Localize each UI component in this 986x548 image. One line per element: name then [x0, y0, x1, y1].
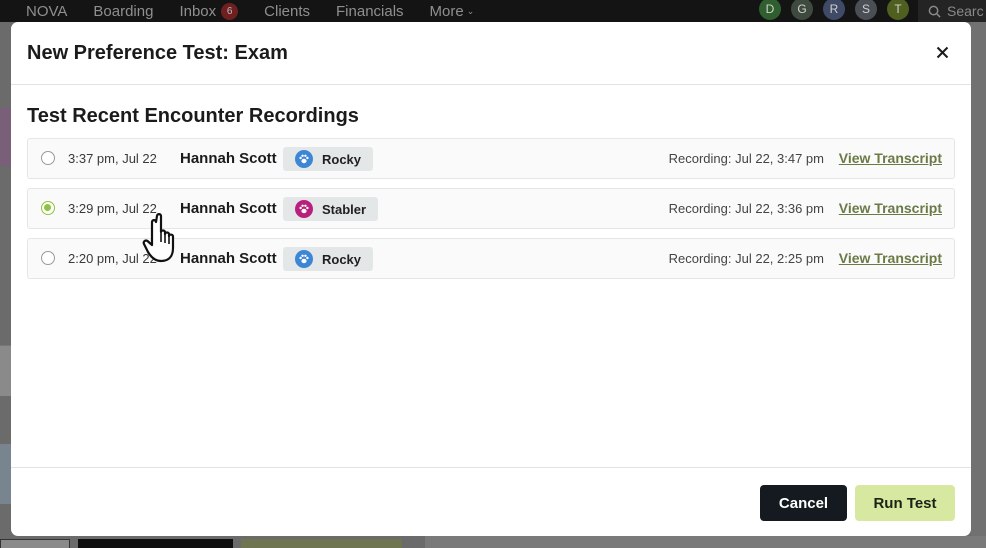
pet-chip: Rocky — [283, 247, 374, 271]
nav-item-nova[interactable]: NOVA — [26, 3, 67, 20]
recording-timestamp: Recording: Jul 22, 3:47 pm — [668, 151, 824, 166]
modal-header: New Preference Test: Exam — [11, 22, 971, 85]
search-placeholder: Searc — [947, 3, 984, 19]
nav-item-inbox[interactable]: Inbox 6 — [179, 2, 239, 20]
background-button — [241, 539, 402, 548]
hand-pointer-icon — [142, 213, 175, 263]
close-button[interactable] — [932, 42, 952, 62]
modal-title: New Preference Test: Exam — [27, 42, 288, 64]
background-panel — [971, 22, 986, 548]
encounter-time: 3:37 pm, Jul 22 — [68, 151, 157, 166]
pet-name: Rocky — [322, 251, 362, 267]
close-icon — [936, 46, 948, 58]
background-button — [0, 539, 70, 548]
view-transcript-link[interactable]: View Transcript — [839, 150, 942, 166]
pet-chip: Stabler — [283, 197, 379, 221]
chevron-down-icon: ⌄ — [466, 5, 475, 16]
client-name: Hannah Scott — [180, 200, 277, 217]
background-panel — [0, 108, 11, 166]
paw-icon — [295, 250, 313, 268]
recording-radio[interactable] — [41, 251, 55, 265]
paw-icon — [295, 150, 313, 168]
paw-icon — [295, 200, 313, 218]
client-name: Hannah Scott — [180, 150, 277, 167]
run-test-button[interactable]: Run Test — [855, 485, 955, 521]
avatar[interactable]: D — [759, 0, 781, 20]
recording-radio[interactable] — [41, 151, 55, 165]
cancel-button[interactable]: Cancel — [760, 485, 847, 521]
user-avatars: D G R S T — [759, 0, 919, 20]
nav-item-more-label: More — [429, 2, 464, 20]
view-transcript-link[interactable]: View Transcript — [839, 200, 942, 216]
recording-timestamp: Recording: Jul 22, 3:36 pm — [668, 201, 824, 216]
avatar[interactable]: S — [855, 0, 877, 20]
avatar[interactable]: G — [791, 0, 813, 20]
section-title: Test Recent Encounter Recordings — [27, 105, 359, 127]
pet-chip: Rocky — [283, 147, 374, 171]
view-transcript-link[interactable]: View Transcript — [839, 250, 942, 266]
modal-footer: Cancel Run Test — [11, 467, 971, 536]
background-button — [78, 539, 233, 548]
background-panel — [0, 444, 11, 504]
preference-test-modal: New Preference Test: Exam Test Recent En… — [11, 22, 971, 536]
nav-item-clients[interactable]: Clients — [264, 3, 310, 20]
pet-name: Stabler — [322, 201, 367, 217]
search-icon — [928, 5, 941, 18]
nav-item-more[interactable]: More ⌄ — [430, 3, 475, 20]
nav-item-inbox-label: Inbox — [179, 2, 217, 20]
background-panel — [0, 345, 11, 396]
global-search[interactable]: Searc — [918, 0, 986, 22]
pet-name: Rocky — [322, 151, 362, 167]
client-name: Hannah Scott — [180, 250, 277, 267]
avatar[interactable]: R — [823, 0, 845, 20]
inbox-count-badge: 6 — [221, 2, 239, 20]
background-panel — [425, 536, 986, 548]
avatar[interactable]: T — [887, 0, 909, 20]
recording-row[interactable]: 3:37 pm, Jul 22 Hannah Scott Rocky Recor… — [27, 138, 955, 179]
top-navigation: NOVA Boarding Inbox 6 Clients Financials… — [0, 0, 986, 22]
nav-item-financials[interactable]: Financials — [336, 3, 404, 20]
nav-item-boarding[interactable]: Boarding — [93, 3, 153, 20]
recording-timestamp: Recording: Jul 22, 2:25 pm — [668, 251, 824, 266]
recording-radio[interactable] — [41, 201, 55, 215]
